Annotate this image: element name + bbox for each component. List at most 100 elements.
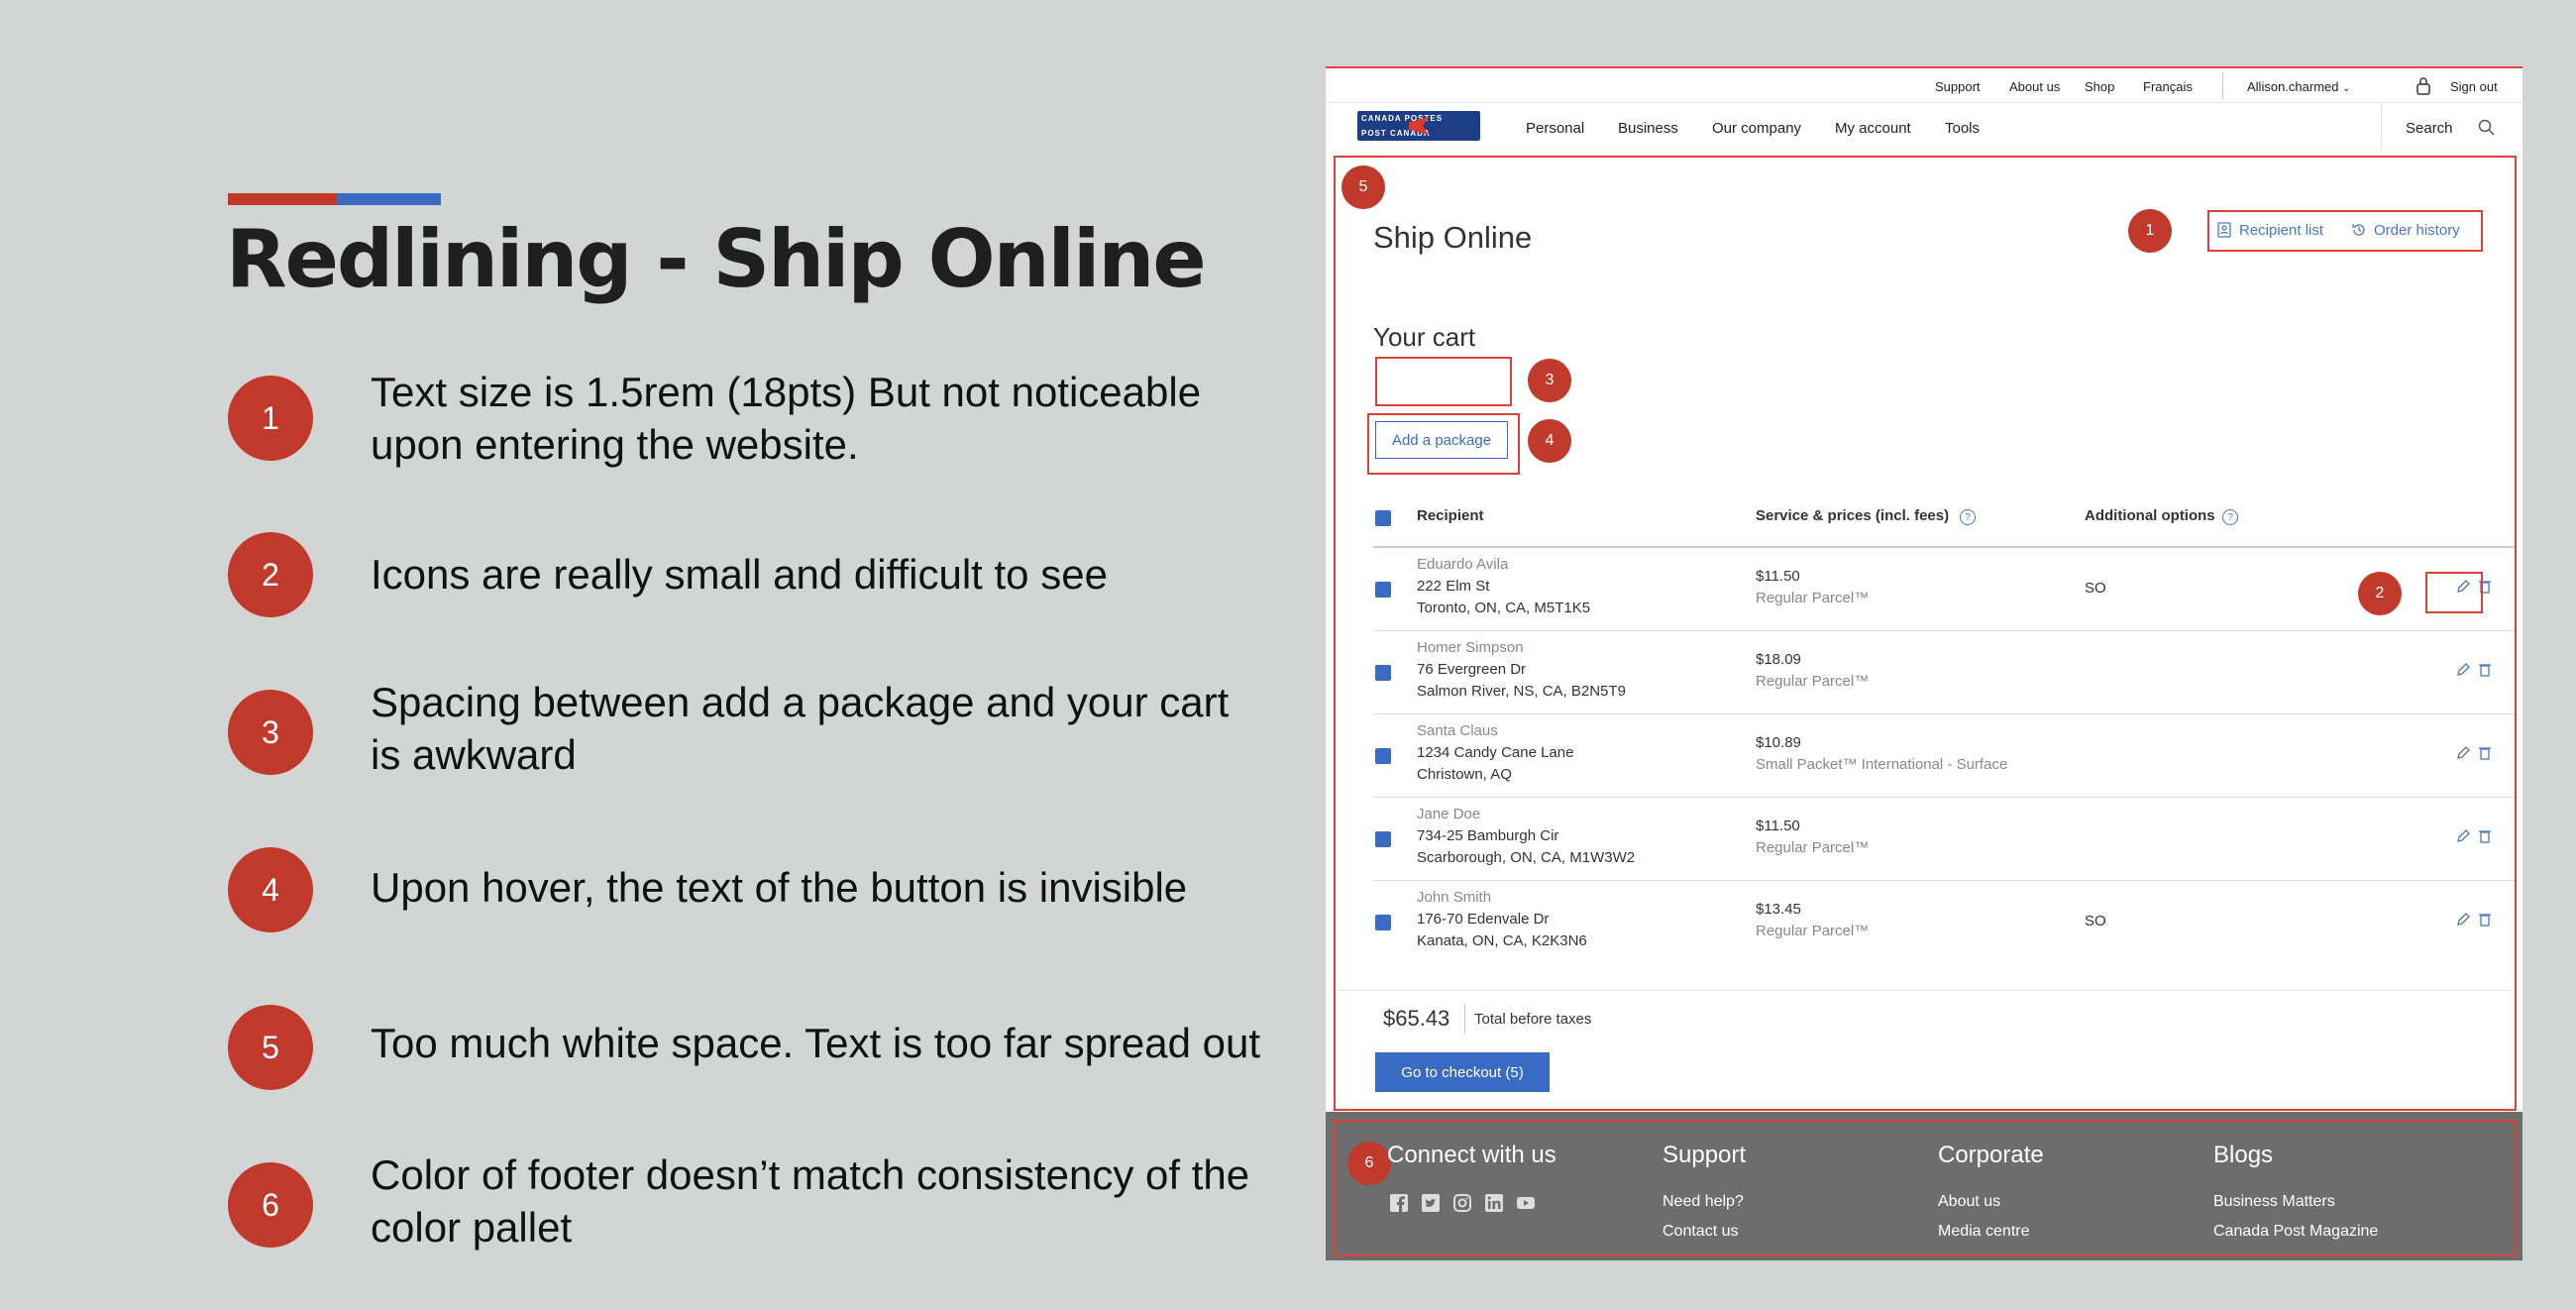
note-badge: 4 xyxy=(228,847,313,932)
lock-icon xyxy=(2416,77,2430,95)
nav-our-company[interactable]: Our company xyxy=(1712,120,1801,137)
main-nav: CANADA POSTES POST CANADA Personal Busin… xyxy=(1326,102,2522,151)
price: $13.45 xyxy=(1756,901,1801,918)
address-line-2: Kanata, ON, CA, K2K3N6 xyxy=(1417,932,1587,949)
nav-my-account[interactable]: My account xyxy=(1835,120,1911,137)
search-label[interactable]: Search xyxy=(2406,120,2453,137)
search-icon[interactable] xyxy=(2478,119,2496,137)
price: $11.50 xyxy=(1756,568,1800,585)
recipient-name: John Smith xyxy=(1417,889,1492,906)
note-text: Spacing between add a package and your c… xyxy=(371,679,1230,778)
info-icon[interactable]: ? xyxy=(2222,509,2238,525)
row-checkbox[interactable] xyxy=(1375,748,1391,764)
accent-bar-blue xyxy=(337,193,441,205)
column-recipient: Recipient xyxy=(1417,507,1484,524)
callout-badge-2: 2 xyxy=(2358,572,2402,615)
top-link-shop[interactable]: Shop xyxy=(2085,79,2114,94)
facebook-icon[interactable] xyxy=(1389,1193,1409,1213)
recipient-list-link[interactable]: Recipient list xyxy=(2239,222,2323,239)
user-menu[interactable]: Allison.charmed ⌄ xyxy=(2247,79,2351,94)
column-service: Service & prices (incl. fees) xyxy=(1756,507,1950,524)
note-text: Icons are really small and difficult to … xyxy=(371,551,1108,598)
table-row: Jane Doe 734-25 Bamburgh Cir Scarborough… xyxy=(1326,798,2522,881)
footer-link-media-centre[interactable]: Media centre xyxy=(1938,1223,2030,1241)
trash-icon[interactable] xyxy=(2477,661,2493,679)
utility-bar: Support About us Shop Français Allison.c… xyxy=(1326,66,2522,104)
divider xyxy=(2222,72,2223,100)
top-link-francais[interactable]: Français xyxy=(2143,79,2193,94)
note-4: 4 Upon hover, the text of the button is … xyxy=(228,845,1238,934)
recipient-name: Eduardo Avila xyxy=(1417,556,1509,573)
cart-total: $65.43 xyxy=(1383,1006,1450,1031)
twitter-icon[interactable] xyxy=(1421,1193,1441,1213)
edit-pencil-icon[interactable] xyxy=(2455,744,2471,762)
footer-link-canada-post-magazine[interactable]: Canada Post Magazine xyxy=(2213,1223,2378,1241)
edit-pencil-icon[interactable] xyxy=(2455,827,2471,845)
callout-badge-6: 6 xyxy=(1347,1142,1391,1185)
row-checkbox[interactable] xyxy=(1375,831,1391,847)
trash-icon[interactable] xyxy=(2477,827,2493,845)
footer-connect-heading: Connect with us xyxy=(1387,1142,1556,1168)
row-checkbox[interactable] xyxy=(1375,665,1391,681)
sign-out-link[interactable]: Sign out xyxy=(2450,79,2498,94)
edit-pencil-icon[interactable] xyxy=(2455,911,2471,928)
total-label: Total before taxes xyxy=(1474,1011,1592,1028)
recipient-name: Santa Claus xyxy=(1417,722,1498,739)
footer-link-need-help[interactable]: Need help? xyxy=(1663,1193,1744,1211)
select-all-checkbox[interactable] xyxy=(1375,510,1391,526)
footer-link-about-us[interactable]: About us xyxy=(1938,1193,2000,1211)
note-text: Text size is 1.5rem (18pts) But not noti… xyxy=(371,369,1202,468)
note-badge: 2 xyxy=(228,532,313,617)
note-3: 3 Spacing between add a package and your… xyxy=(228,679,1238,778)
service: Regular Parcel™ xyxy=(1756,590,1870,606)
top-link-support[interactable]: Support xyxy=(1935,79,1981,94)
row-checkbox[interactable] xyxy=(1375,582,1391,598)
divider xyxy=(2381,105,2382,149)
canada-post-logo[interactable]: CANADA POSTES POST CANADA xyxy=(1357,111,1480,141)
edit-pencil-icon[interactable] xyxy=(2455,661,2471,679)
youtube-icon[interactable] xyxy=(1516,1193,1536,1213)
price: $10.89 xyxy=(1756,734,1801,751)
table-row: Homer Simpson 76 Evergreen Dr Salmon Riv… xyxy=(1326,631,2522,714)
cart-title: Your cart xyxy=(1373,322,1476,352)
note-text: Color of footer doesn’t match consistenc… xyxy=(371,1151,1250,1251)
recipient-name: Homer Simpson xyxy=(1417,639,1524,656)
address-line-2: Toronto, ON, CA, M5T1K5 xyxy=(1417,600,1591,616)
table-row: John Smith 176-70 Edenvale Dr Kanata, ON… xyxy=(1326,881,2522,964)
trash-icon[interactable] xyxy=(2477,744,2493,762)
callout-badge-3: 3 xyxy=(1528,359,1571,402)
note-2: 2 Icons are really small and difficult t… xyxy=(228,530,1238,619)
price: $18.09 xyxy=(1756,651,1801,668)
nav-personal[interactable]: Personal xyxy=(1526,120,1584,137)
address-line-1: 734-25 Bamburgh Cir xyxy=(1417,827,1559,844)
site-footer: 6 Connect with us Support Need help? Con… xyxy=(1326,1112,2522,1260)
add-package-button[interactable]: Add a package xyxy=(1375,421,1508,459)
trash-icon[interactable] xyxy=(2477,911,2493,928)
note-badge: 1 xyxy=(228,376,313,461)
history-icon xyxy=(2352,224,2365,236)
address-line-2: Scarborough, ON, CA, M1W3W2 xyxy=(1417,849,1636,866)
footer-blogs-heading: Blogs xyxy=(2213,1142,2274,1168)
address-line-2: Christown, AQ xyxy=(1417,766,1512,783)
service: Regular Parcel™ xyxy=(1756,839,1870,856)
footer-link-contact-us[interactable]: Contact us xyxy=(1663,1223,1738,1241)
callout-badge-5: 5 xyxy=(1342,165,1385,209)
linkedin-icon[interactable] xyxy=(1484,1193,1504,1213)
nav-business[interactable]: Business xyxy=(1618,120,1678,137)
redline-box-3 xyxy=(1375,357,1512,406)
instagram-icon[interactable] xyxy=(1452,1193,1472,1213)
top-link-about[interactable]: About us xyxy=(2009,79,2060,94)
info-icon[interactable]: ? xyxy=(1960,509,1976,525)
address-line-1: 222 Elm St xyxy=(1417,578,1490,595)
option: SO xyxy=(2085,580,2106,597)
nav-tools[interactable]: Tools xyxy=(1945,120,1980,137)
user-name: Allison.charmed xyxy=(2247,79,2339,94)
chevron-down-icon: ⌄ xyxy=(2342,83,2351,94)
footer-support-heading: Support xyxy=(1663,1142,1747,1168)
option: SO xyxy=(2085,913,2106,929)
checkout-button[interactable]: Go to checkout (5) xyxy=(1375,1052,1550,1092)
row-checkbox[interactable] xyxy=(1375,915,1391,930)
slide-title: Redlining - Ship Online xyxy=(226,213,1207,305)
order-history-link[interactable]: Order history xyxy=(2374,222,2460,239)
footer-link-business-matters[interactable]: Business Matters xyxy=(2213,1193,2335,1211)
